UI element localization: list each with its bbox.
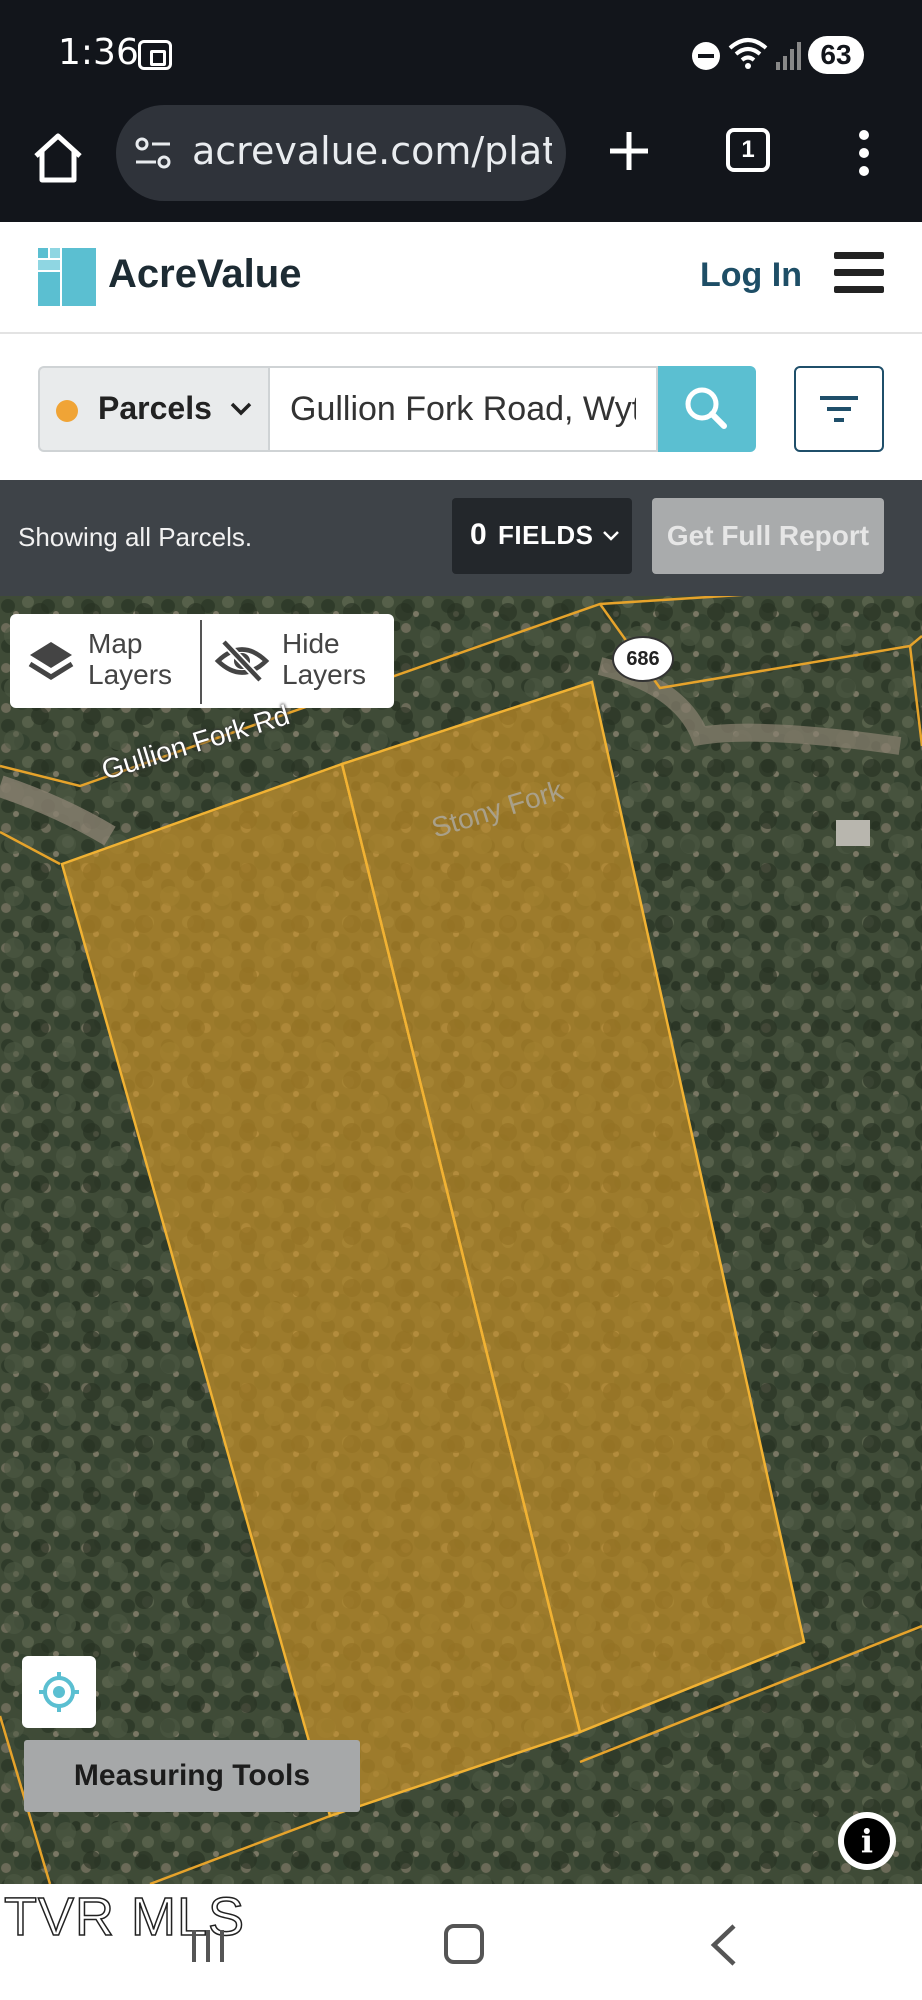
chevron-down-icon: [230, 402, 252, 416]
building: [836, 820, 870, 846]
battery-icon: 63: [808, 36, 864, 74]
login-link[interactable]: Log In: [700, 256, 802, 295]
home-icon[interactable]: [30, 130, 86, 186]
route-shield: 686: [614, 638, 672, 680]
results-message: Showing all Parcels.: [18, 522, 253, 552]
info-icon[interactable]: i: [838, 1812, 896, 1870]
url-text: acrevalue.com/plat-r: [192, 129, 552, 173]
hide-layers-label-line-2: Layers: [282, 659, 367, 690]
system-nav-bar: TVR MLS: [0, 1884, 922, 2000]
tab-switcher-button[interactable]: 1: [726, 128, 770, 172]
search-button[interactable]: [658, 366, 756, 452]
map-layers-label-line-2: Layers: [88, 659, 173, 690]
screenshot-icon: [138, 40, 172, 70]
new-tab-icon[interactable]: [604, 126, 654, 176]
crosshair-icon: [39, 1672, 79, 1712]
satellite-map[interactable]: Map Layers Hide Layers 686 Gullion Fork Rd…: [0, 596, 922, 1884]
info-glyph: i: [860, 1822, 874, 1860]
app-header: AcreValue Log In: [0, 222, 922, 334]
fields-count: 0: [470, 518, 487, 551]
fields-label: FIELDS: [498, 520, 594, 550]
site-settings-icon[interactable]: [134, 135, 174, 171]
hide-layers-label-line-1: Hide: [282, 628, 340, 659]
search-icon: [685, 387, 727, 429]
layer-select-label: Parcels: [98, 390, 212, 426]
measuring-tools-button[interactable]: Measuring Tools: [24, 1740, 360, 1812]
map-layers-label-line-1: Map: [88, 628, 143, 659]
more-options-icon[interactable]: [852, 128, 876, 178]
filter-button[interactable]: [794, 366, 884, 452]
results-bar: Showing all Parcels. 0 FIELDS Get Full R…: [0, 480, 922, 596]
layers-icon: [28, 642, 74, 680]
recent-apps-icon[interactable]: [188, 1928, 228, 1964]
brand-name[interactable]: AcreValue: [108, 252, 301, 297]
eye-off-icon: [214, 639, 270, 683]
layer-select-dropdown[interactable]: Parcels: [38, 366, 268, 452]
filter-icon: [820, 396, 858, 422]
fields-dropdown[interactable]: 0 FIELDS: [452, 498, 632, 574]
status-bar: 1:36 63: [0, 0, 922, 100]
browser-toolbar: acrevalue.com/plat-r 1: [0, 100, 922, 222]
address-bar[interactable]: acrevalue.com/plat-r: [116, 105, 566, 201]
satellite-imagery: [0, 596, 922, 1884]
locate-me-button[interactable]: [22, 1656, 96, 1728]
signal-icon: [776, 42, 801, 70]
acrevalue-logo-icon[interactable]: [38, 248, 96, 306]
do-not-disturb-icon: [692, 42, 720, 70]
status-time: 1:36: [58, 32, 139, 73]
hamburger-menu-icon[interactable]: [834, 252, 884, 298]
location-search-input[interactable]: [268, 366, 658, 452]
get-full-report-button[interactable]: Get Full Report: [652, 498, 884, 574]
search-bar: Parcels: [0, 334, 922, 480]
home-nav-icon[interactable]: [444, 1924, 484, 1964]
parcel-color-dot: [56, 400, 78, 422]
hide-layers-button[interactable]: Hide Layers: [202, 614, 394, 708]
wifi-icon: [728, 38, 768, 69]
map-layers-button[interactable]: Map Layers: [10, 614, 200, 708]
chevron-down-icon: [603, 531, 619, 541]
back-icon[interactable]: [706, 1922, 740, 1968]
layers-panel: Map Layers Hide Layers: [10, 614, 394, 708]
